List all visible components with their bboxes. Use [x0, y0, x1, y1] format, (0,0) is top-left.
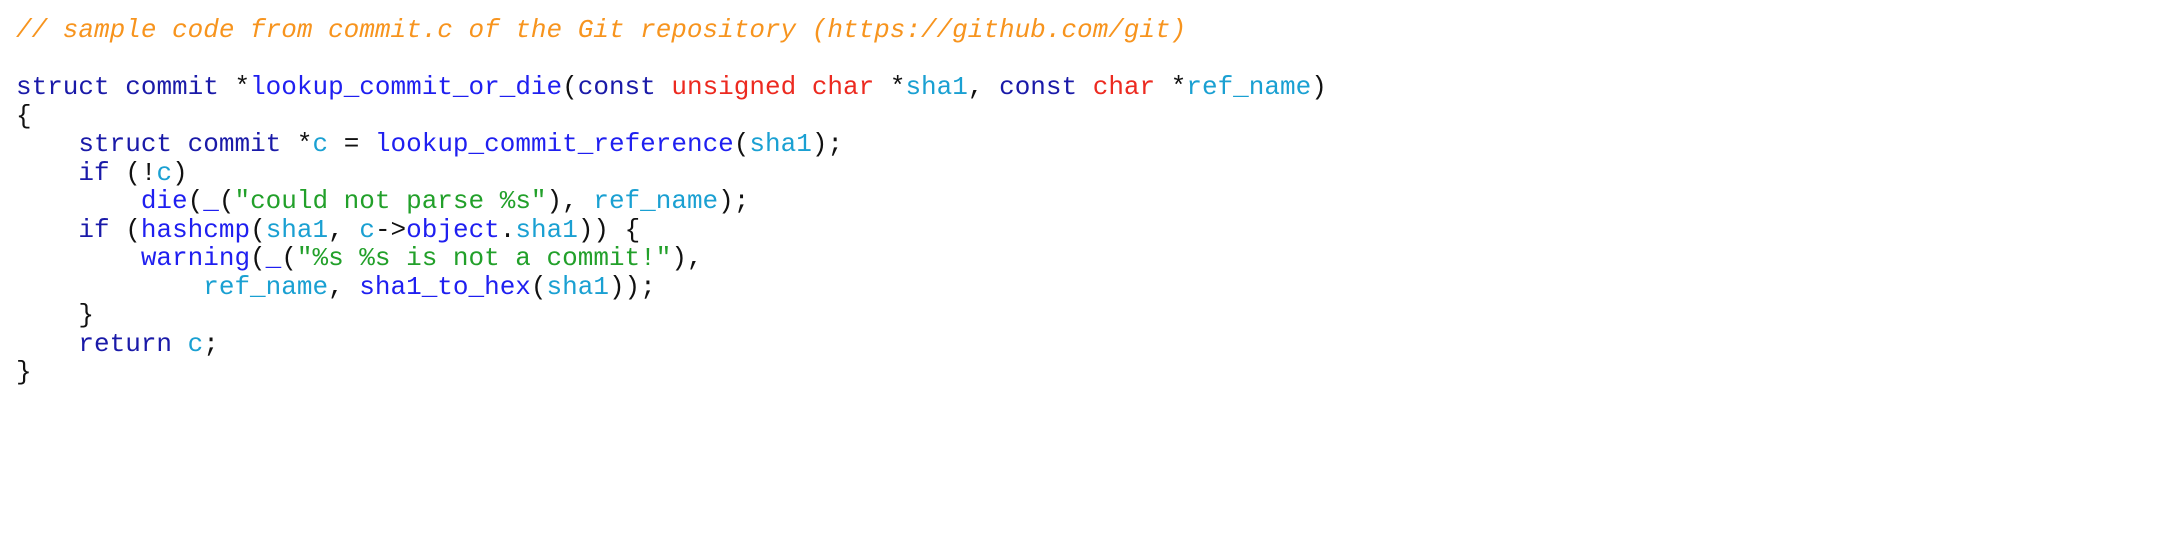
keyword-token: commit — [125, 72, 219, 102]
punctuation-token — [1077, 72, 1093, 102]
variable-token: sha1 — [265, 214, 329, 245]
code-line: die(_("could not parse %s"), ref_name); — [16, 187, 1327, 216]
code-line: ref_name, sha1_to_hex(sha1)); — [16, 271, 1327, 302]
keyword-token: struct — [78, 129, 173, 159]
punctuation-token — [16, 243, 141, 273]
punctuation-token: ); — [811, 129, 844, 159]
variable-token: ref_name — [1186, 72, 1312, 102]
variable-token: ref_name — [593, 186, 719, 216]
punctuation-token: * — [281, 129, 313, 159]
code-line: // sample code from commit.c of the Git … — [16, 16, 1327, 45]
punctuation-token: ( — [109, 214, 141, 245]
punctuation-token — [16, 158, 78, 188]
variable-token: sha1 — [905, 72, 968, 102]
punctuation-token: * — [874, 72, 906, 102]
keyword-token: commit — [187, 129, 282, 159]
punctuation-token: ( — [733, 129, 750, 159]
punctuation-token: ( — [250, 243, 266, 273]
punctuation-token: } — [16, 357, 32, 387]
punctuation-token — [16, 186, 141, 216]
variable-token: c — [312, 129, 329, 159]
type-token: char — [811, 72, 875, 102]
punctuation-token: ; — [203, 328, 219, 359]
punctuation-token: ( — [187, 186, 204, 216]
identifier-token: warning — [140, 243, 251, 273]
string-token: "%s %s is not a commit!" — [296, 243, 672, 273]
keyword-token: if — [78, 157, 110, 188]
punctuation-token: ( — [281, 243, 297, 273]
punctuation-token: ); — [718, 186, 750, 216]
keyword-token: const — [577, 72, 656, 102]
variable-token: c — [187, 328, 204, 359]
variable-token: sha1 — [546, 271, 609, 302]
punctuation-token: )) { — [577, 214, 641, 245]
code-line: } — [16, 301, 1327, 330]
identifier-token: _ — [203, 186, 219, 216]
punctuation-token: -> — [374, 214, 407, 245]
punctuation-token: { — [16, 100, 32, 131]
punctuation-token: * — [218, 72, 251, 102]
punctuation-token — [656, 72, 672, 102]
punctuation-token: , — [967, 72, 1000, 102]
code-listing: // sample code from commit.c of the Git … — [16, 16, 1327, 387]
punctuation-token — [16, 215, 78, 245]
punctuation-token: ( — [250, 214, 266, 245]
punctuation-token — [16, 272, 203, 302]
punctuation-token: )); — [608, 271, 656, 302]
punctuation-token: ), — [671, 243, 703, 273]
code-line: } — [16, 358, 1327, 387]
punctuation-token: ) — [1311, 72, 1327, 102]
variable-token: sha1 — [749, 129, 812, 159]
identifier-token: die — [140, 186, 188, 216]
punctuation-token: ) — [172, 157, 188, 188]
code-line: return c; — [16, 328, 1327, 359]
code-line: if (hashcmp(sha1, c->object.sha1)) { — [16, 214, 1327, 245]
punctuation-token: . — [499, 214, 516, 245]
code-line: struct commit *c = lookup_commit_referen… — [16, 130, 1327, 159]
code-line: struct commit *lookup_commit_or_die(cons… — [16, 73, 1327, 102]
code-line: { — [16, 100, 1327, 131]
keyword-token: return — [78, 328, 173, 359]
variable-token: sha1 — [515, 214, 578, 245]
punctuation-token: ), — [546, 186, 594, 216]
keyword-token: if — [78, 214, 110, 245]
code-line: if (!c) — [16, 157, 1327, 188]
punctuation-token: } — [16, 300, 95, 330]
identifier-token: hashcmp — [140, 214, 251, 245]
punctuation-token: ( — [530, 271, 547, 302]
punctuation-token: , — [328, 271, 360, 302]
code-line: warning(_("%s %s is not a commit!"), — [16, 244, 1327, 273]
punctuation-token — [16, 329, 78, 359]
variable-token: ref_name — [203, 271, 329, 302]
punctuation-token — [172, 129, 188, 159]
variable-token: c — [156, 157, 173, 188]
punctuation-token — [16, 129, 78, 159]
identifier-token: _ — [265, 243, 282, 273]
punctuation-token: (! — [109, 157, 157, 188]
identifier-token: object — [406, 214, 500, 245]
punctuation-token — [796, 72, 812, 102]
punctuation-token — [172, 329, 188, 359]
punctuation-token: * — [1155, 72, 1187, 102]
identifier-token: lookup_commit_reference — [374, 129, 734, 159]
punctuation-token: = — [328, 129, 375, 159]
punctuation-token: ( — [562, 72, 578, 102]
variable-token: c — [359, 214, 375, 245]
punctuation-token — [110, 72, 126, 102]
keyword-token: const — [999, 72, 1078, 102]
identifier-token: sha1_to_hex — [359, 271, 531, 302]
string-token: "could not parse %s" — [234, 186, 547, 216]
type-token: unsigned — [671, 72, 797, 102]
punctuation-token: , — [328, 214, 360, 245]
comment-token: // sample code from commit.c of the Git … — [16, 15, 1187, 45]
keyword-token: struct — [16, 72, 110, 102]
type-token: char — [1092, 72, 1156, 102]
punctuation-token: ( — [218, 186, 235, 216]
identifier-token: lookup_commit_or_die — [250, 72, 563, 102]
